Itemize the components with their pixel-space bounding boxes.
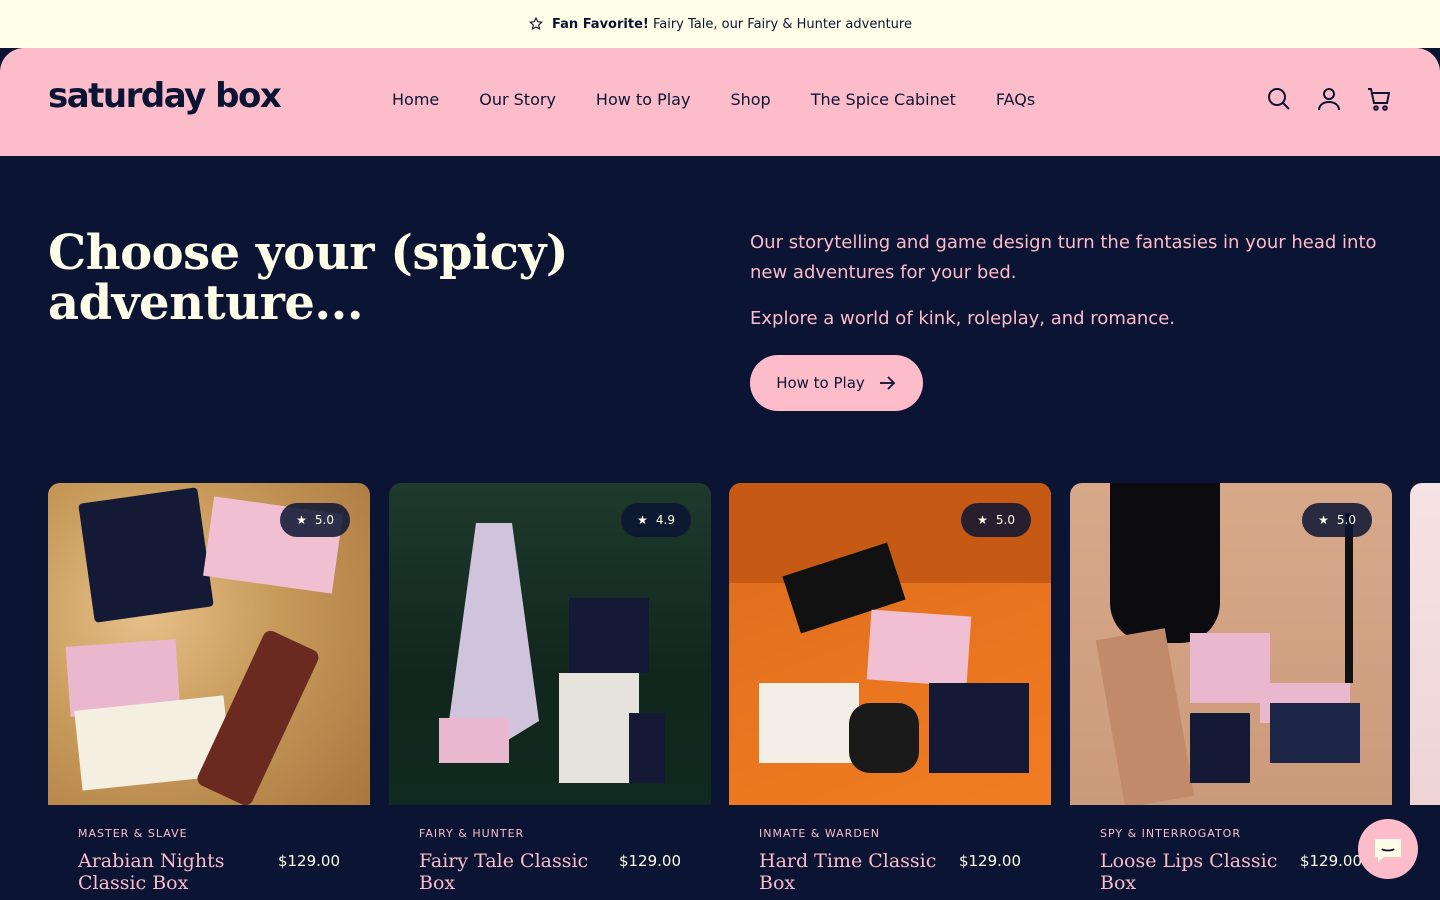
product-card[interactable]: ★ 5.0 SPY & INTERROGATOR Loose Lips Class… [1070, 483, 1392, 894]
star-icon: ★ [296, 513, 307, 527]
product-name[interactable]: Fairy Tale Classic Box [419, 850, 619, 894]
product-category: MASTER & SLAVE [78, 827, 188, 840]
product-category: INMATE & WARDEN [759, 827, 880, 840]
chat-icon [1375, 839, 1401, 862]
how-to-play-button[interactable]: How to Play [750, 355, 923, 411]
rating-badge: ★ 5.0 [280, 503, 350, 537]
product-card[interactable]: ★ 5.0 INMATE & WARDEN Hard Time Classic B… [729, 483, 1051, 894]
account-icon[interactable] [1316, 86, 1342, 112]
product-image[interactable]: ★ 5.0 [48, 483, 370, 805]
hero-paragraph-1: Our storytelling and game design turn th… [750, 232, 1377, 283]
star-icon: ★ [1318, 513, 1329, 527]
header-icons [1266, 86, 1392, 112]
nav-shop[interactable]: Shop [730, 90, 770, 109]
site-header: saturday box Home Our Story How to Play … [0, 48, 1440, 156]
search-icon[interactable] [1266, 86, 1292, 112]
product-price: $129.00 [958, 852, 1021, 870]
nav-spice-cabinet[interactable]: The Spice Cabinet [811, 90, 956, 109]
product-name[interactable]: Hard Time Classic Box [759, 850, 959, 894]
nav-our-story[interactable]: Our Story [479, 90, 556, 109]
product-category: FAIRY & HUNTER [419, 827, 525, 840]
product-price: $129.00 [618, 852, 681, 870]
product-price: $129.00 [1299, 852, 1362, 870]
product-image[interactable]: ★ 5.0 [1070, 483, 1392, 805]
main-nav: Home Our Story How to Play Shop The Spic… [392, 90, 1035, 109]
nav-faqs[interactable]: FAQs [996, 90, 1035, 109]
cart-icon[interactable] [1366, 86, 1392, 112]
rating-badge: ★ 4.9 [621, 503, 691, 537]
product-category: SPY & INTERROGATOR [1100, 827, 1241, 840]
star-icon: ★ [637, 513, 648, 527]
product-name[interactable]: Loose Lips Classic Box [1100, 850, 1300, 894]
announcement-text: Fan Favorite! Fairy Tale, our Fairy & Hu… [552, 16, 912, 32]
nav-home[interactable]: Home [392, 90, 439, 109]
product-image[interactable]: ★ 5.0 [729, 483, 1051, 805]
product-card[interactable]: ★ 5.0 MASTER & SLAVE Arabian Nights Class… [48, 483, 370, 894]
rating-badge: ★ 5.0 [961, 503, 1031, 537]
arrow-right-icon [879, 376, 896, 390]
hero-description: Our storytelling and game design turn th… [750, 228, 1400, 334]
product-image[interactable]: ★ 4.9 [389, 483, 711, 805]
product-image[interactable] [1410, 483, 1440, 805]
product-card-partial[interactable] [1410, 483, 1440, 805]
hero-title: Choose your (spicy) adventure... [48, 225, 569, 331]
announcement-bar[interactable]: Fan Favorite! Fairy Tale, our Fairy & Hu… [0, 0, 1440, 48]
product-name[interactable]: Arabian Nights Classic Box [78, 850, 278, 894]
star-icon: ★ [977, 513, 988, 527]
rating-badge: ★ 5.0 [1302, 503, 1372, 537]
nav-how-to-play[interactable]: How to Play [596, 90, 691, 109]
hero-paragraph-2: Explore a world of kink, roleplay, and r… [750, 308, 1175, 329]
logo[interactable]: saturday box [48, 76, 282, 116]
chat-button[interactable] [1358, 819, 1418, 879]
how-to-play-label: How to Play [776, 374, 865, 392]
product-card[interactable]: ★ 4.9 FAIRY & HUNTER Fairy Tale Classic B… [389, 483, 711, 894]
star-icon [529, 16, 543, 30]
product-price: $129.00 [277, 852, 340, 870]
product-carousel[interactable]: ★ 5.0 MASTER & SLAVE Arabian Nights Class… [48, 483, 1440, 900]
